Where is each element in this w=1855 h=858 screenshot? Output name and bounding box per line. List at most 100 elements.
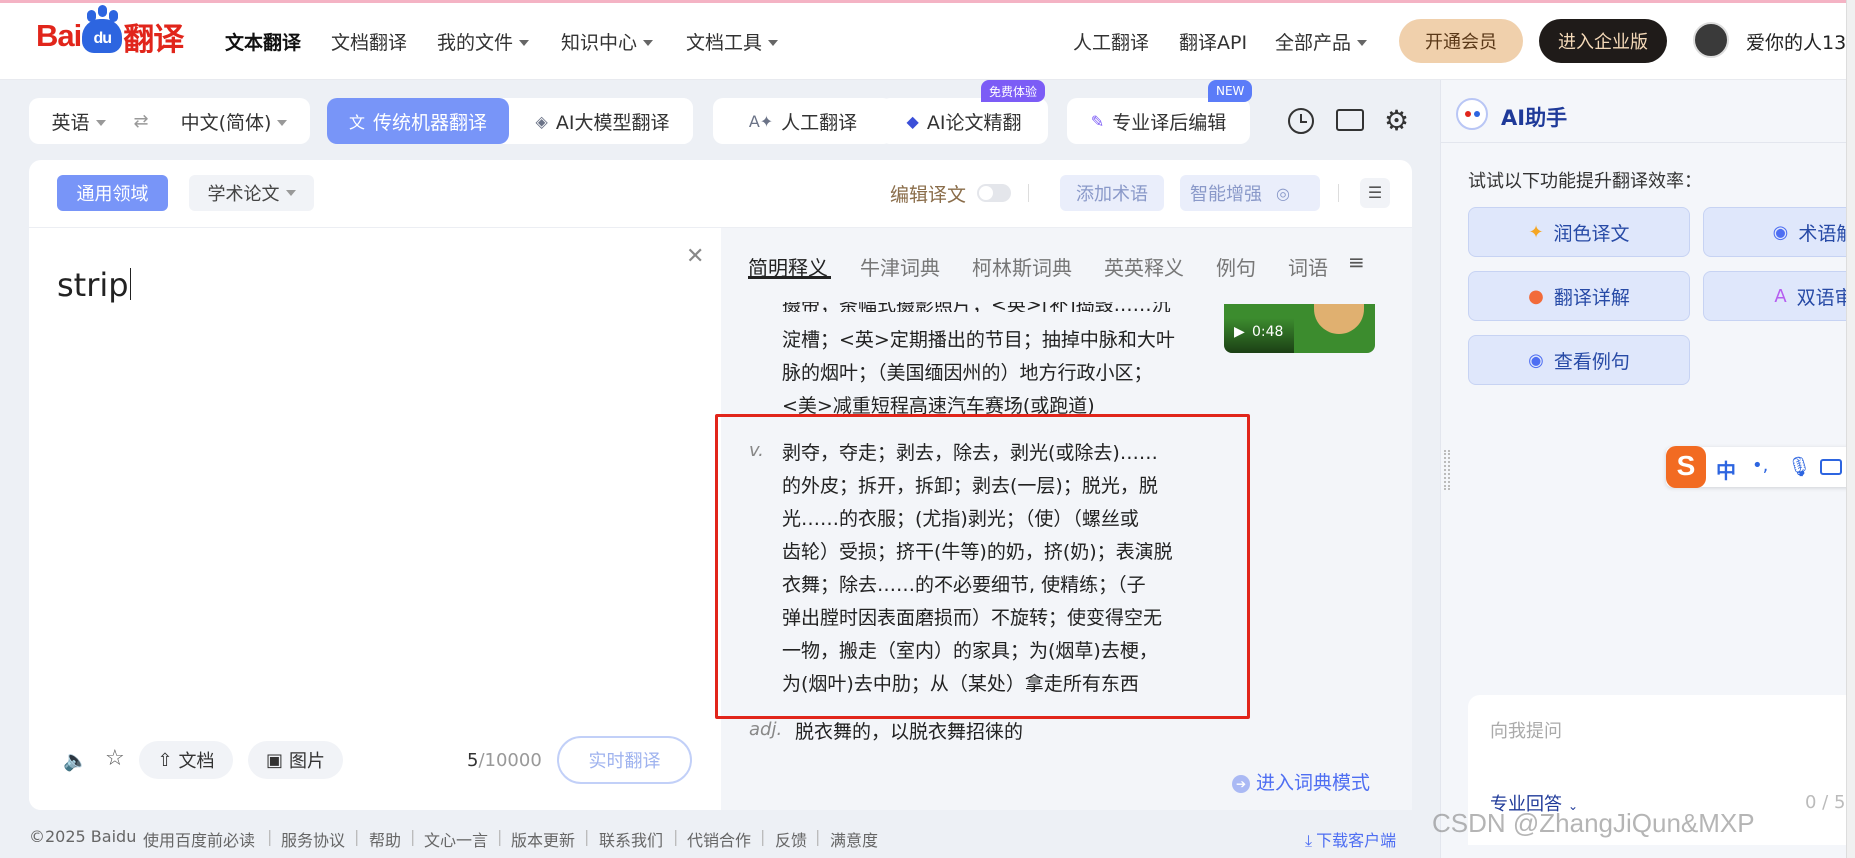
vip-button[interactable]: 开通会员 bbox=[1399, 19, 1523, 63]
video-duration: 0:48 bbox=[1252, 324, 1284, 340]
magic-wand-icon: ✦ bbox=[1528, 221, 1544, 243]
mode-ai-model-tab[interactable]: ◈ AI大模型翻译 bbox=[512, 98, 693, 144]
post-edit-button[interactable]: ✎ 专业译后编辑 bbox=[1067, 98, 1250, 144]
footer-link[interactable]: 帮助 bbox=[369, 827, 401, 851]
nav-all-products[interactable]: 全部产品 bbox=[1275, 28, 1368, 55]
nav-knowledge-label: 知识中心 bbox=[561, 32, 638, 54]
view-examples-label: 查看例句 bbox=[1553, 350, 1630, 373]
nav-human-translation[interactable]: 人工翻译 bbox=[1073, 28, 1149, 55]
source-text-input[interactable]: strip bbox=[57, 266, 131, 304]
source-lang-select[interactable]: 英语 bbox=[52, 108, 106, 135]
download-icon: ⤓ bbox=[1305, 831, 1313, 850]
add-term-button[interactable]: 添加术语 bbox=[1060, 175, 1164, 211]
ime-punct-toggle[interactable]: •, bbox=[1752, 455, 1768, 476]
layout-menu-icon[interactable]: ☰ bbox=[1360, 178, 1390, 208]
footer-link[interactable]: 联系我们 bbox=[599, 827, 663, 851]
source-lang-label: 英语 bbox=[51, 111, 90, 134]
history-clock-icon[interactable] bbox=[1288, 108, 1314, 134]
source-text: strip bbox=[57, 266, 129, 304]
footer-link[interactable]: 使用百度前必读 bbox=[143, 827, 255, 851]
video-thumbnail[interactable]: ▶ 0:48 bbox=[1224, 304, 1375, 353]
source-input-pane[interactable] bbox=[29, 228, 721, 810]
domain-academic-select[interactable]: 学术论文 bbox=[189, 175, 314, 211]
bilingual-icon: A bbox=[1774, 285, 1787, 307]
search-icon: ◉ bbox=[1772, 221, 1789, 243]
nav-doc-tools[interactable]: 文档工具 bbox=[686, 28, 779, 55]
microphone-icon[interactable]: 🎙 bbox=[1787, 455, 1811, 478]
cube-icon: ◈ bbox=[535, 111, 548, 131]
tab-oxford-dictionary[interactable]: 牛津词典 bbox=[860, 252, 940, 281]
swap-arrows-icon[interactable]: ⇄ bbox=[134, 111, 149, 132]
upload-document-label: 文档 bbox=[178, 751, 215, 772]
mode-ai-label: AI大模型翻译 bbox=[555, 111, 670, 134]
divider bbox=[1338, 184, 1339, 202]
resize-drag-handle[interactable] bbox=[1444, 450, 1450, 490]
realtime-translate-button[interactable]: 实时翻译 bbox=[557, 736, 692, 784]
clear-close-icon[interactable]: ✕ bbox=[686, 244, 704, 269]
upload-image-button[interactable]: ▣ 图片 bbox=[248, 741, 343, 779]
download-client-link[interactable]: ⤓ 下载客户端 bbox=[1305, 827, 1396, 851]
nav-text-translate[interactable]: 文本翻译 bbox=[225, 28, 301, 55]
nav-translate-api[interactable]: 翻译API bbox=[1179, 28, 1247, 55]
ime-lang-toggle[interactable]: 中 bbox=[1716, 455, 1736, 484]
username[interactable]: 爱你的人13 bbox=[1746, 28, 1846, 55]
footer-link[interactable]: 代销合作 bbox=[687, 827, 751, 851]
active-tab-underline bbox=[748, 276, 831, 279]
adj-pos-label: adj. bbox=[749, 719, 783, 740]
enter-dictionary-mode-label: 进入词典模式 bbox=[1256, 772, 1371, 794]
chat-search-icon: ◉ bbox=[1528, 349, 1544, 371]
assistant-subtitle: 试试以下功能提升翻译效率： bbox=[1468, 171, 1702, 192]
speaker-icon[interactable]: 🔈 bbox=[63, 748, 88, 772]
download-client-label: 下载客户端 bbox=[1316, 831, 1397, 850]
nav-knowledge-center[interactable]: 知识中心 bbox=[561, 28, 654, 55]
tab-phrases[interactable]: 词语 bbox=[1288, 252, 1336, 281]
ai-paper-translation-button[interactable]: ◆ AI论文精翻 bbox=[880, 98, 1048, 144]
logo-fanyi-text: 翻译 bbox=[123, 21, 184, 57]
nav-doc-tools-label: 文档工具 bbox=[686, 32, 763, 54]
char-count: 5 bbox=[467, 750, 479, 771]
char-limit: /10000 bbox=[478, 750, 542, 771]
domain-general-tab[interactable]: 通用领域 bbox=[57, 175, 168, 211]
term-explain-button[interactable]: ◉ 术语解 bbox=[1703, 207, 1855, 257]
keyboard-icon[interactable] bbox=[1820, 459, 1842, 475]
settings-gear-icon[interactable]: ⚙ bbox=[1384, 104, 1409, 138]
baidu-translate-logo[interactable]: Bai du 翻译 bbox=[36, 10, 184, 58]
footer-separator: | bbox=[497, 827, 503, 846]
scrolled-line-clip: 摄带；条幅式摄影照片；<英>[补]捣毁……沉 bbox=[782, 302, 1222, 312]
upload-document-button[interactable]: ⇧ 文档 bbox=[139, 741, 233, 779]
target-lang-select[interactable]: 中文(简体) bbox=[181, 108, 288, 135]
footer-link[interactable]: 文心一言 bbox=[424, 827, 488, 851]
translation-detail-button[interactable]: ● 翻译详解 bbox=[1468, 271, 1690, 321]
translation-detail-label: 翻译详解 bbox=[1553, 286, 1630, 309]
folder-icon[interactable] bbox=[1336, 109, 1364, 131]
nav-my-files[interactable]: 我的文件 bbox=[437, 28, 530, 55]
tab-collins-dictionary[interactable]: 柯林斯词典 bbox=[972, 252, 1072, 281]
footer-link[interactable]: 反馈 bbox=[775, 827, 807, 851]
mode-machine-translation-tab[interactable]: 文传统机器翻译 bbox=[327, 98, 509, 144]
footer-link[interactable]: 版本更新 bbox=[511, 827, 575, 851]
scrollbar[interactable] bbox=[1846, 0, 1855, 858]
nav-doc-translate[interactable]: 文档翻译 bbox=[331, 28, 407, 55]
ai-paper-label: AI论文精翻 bbox=[926, 111, 1022, 134]
footer-link[interactable]: 服务协议 bbox=[281, 827, 345, 851]
graduation-cap-icon: ◆ bbox=[906, 111, 919, 131]
avatar[interactable] bbox=[1693, 22, 1729, 58]
language-selector: 英语 ⇄ 中文(简体) bbox=[29, 98, 310, 144]
logo-bai-text: Bai bbox=[36, 18, 82, 53]
sogou-ime-icon[interactable]: S bbox=[1666, 446, 1706, 488]
tab-english-definition[interactable]: 英英释义 bbox=[1104, 252, 1184, 281]
smart-enhance-button[interactable]: 智能增强 ◎ bbox=[1180, 175, 1320, 211]
tab-examples[interactable]: 例句 bbox=[1216, 252, 1256, 281]
footer-link[interactable]: 满意度 bbox=[830, 827, 878, 851]
polish-translation-button[interactable]: ✦ 润色译文 bbox=[1468, 207, 1690, 257]
noun-definition-line: 脉的烟叶；（美国缅因州的）地方行政小区； bbox=[782, 362, 1153, 384]
chevron-down-icon bbox=[1357, 40, 1368, 46]
bilingual-review-button[interactable]: A 双语审 bbox=[1703, 271, 1855, 321]
more-tabs-menu-icon[interactable]: ≡ bbox=[1348, 250, 1365, 274]
enterprise-button[interactable]: 进入企业版 bbox=[1539, 19, 1667, 63]
star-favorite-icon[interactable]: ☆ bbox=[105, 746, 125, 771]
human-translation-button[interactable]: A✦ 人工翻译 bbox=[713, 98, 893, 144]
edit-translation-toggle[interactable] bbox=[977, 184, 1011, 202]
view-examples-button[interactable]: ◉ 查看例句 bbox=[1468, 335, 1690, 385]
enter-dictionary-mode-link[interactable]: ➔ 进入词典模式 bbox=[1232, 768, 1370, 795]
